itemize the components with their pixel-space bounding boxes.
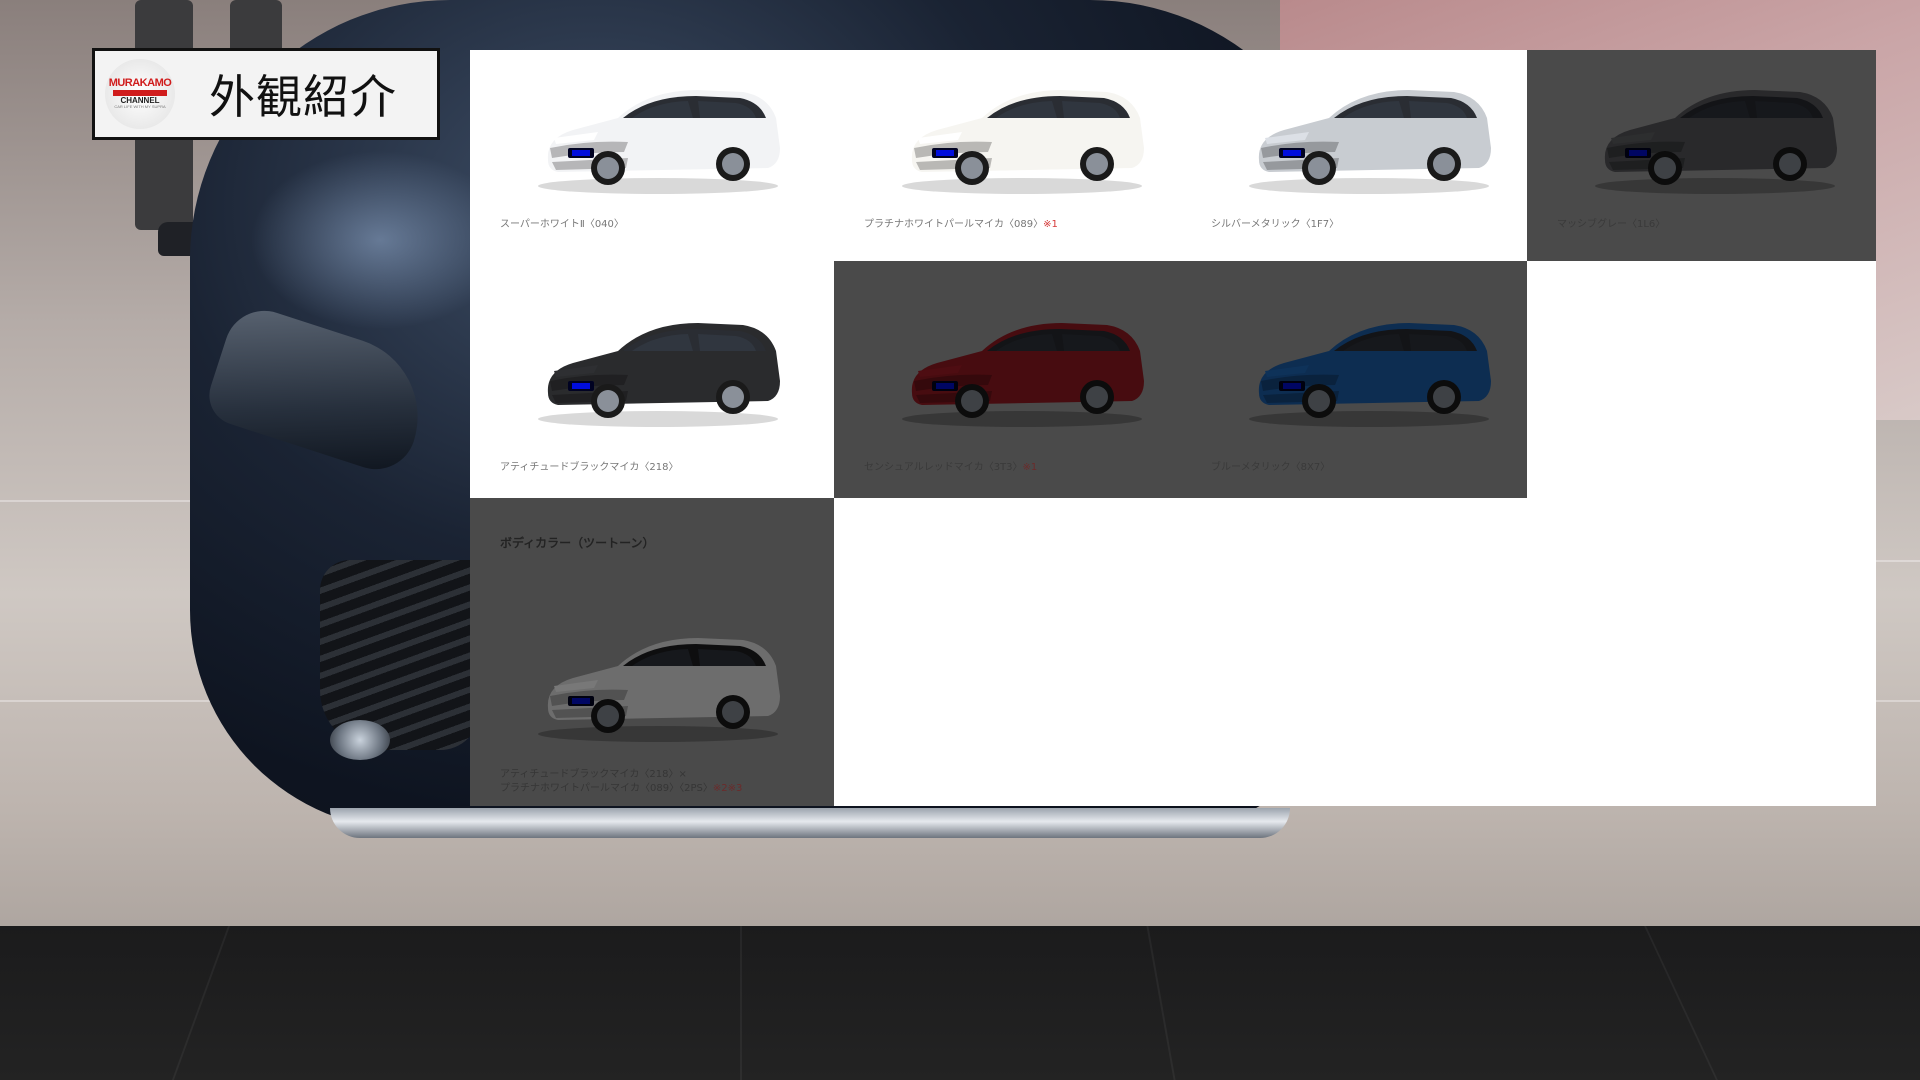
page-title: 外観紹介 <box>209 70 397 124</box>
car-foglight <box>330 720 390 760</box>
color-name: マッシブグレー〈1L6〉 <box>1557 219 1666 230</box>
car-image <box>1595 90 1837 194</box>
color-name: アティチュードブラックマイカ〈218〉 <box>500 462 679 473</box>
floor-tile-line <box>740 926 742 1080</box>
car-image <box>1249 90 1491 194</box>
two-tone-name-line2: プラチナホワイトパールマイカ〈089〉〈2PS〉※2※3 <box>500 783 743 794</box>
color-swatch-card[interactable]: センシュアルレッドマイカ〈3T3〉※1 <box>834 261 1181 498</box>
logo-text-main: MURAKAMO <box>108 77 172 90</box>
title-badge: MURAKAMO CHANNEL CAR LIFE WITH MY SUPRA … <box>92 48 440 140</box>
floor-tile-line <box>1146 926 1176 1080</box>
color-swatch-card[interactable]: プラチナホワイトパールマイカ〈089〉※1 <box>834 50 1198 286</box>
two-tone-color-name: アティチュードブラックマイカ〈218〉× プラチナホワイトパールマイカ〈089〉… <box>500 768 742 796</box>
color-swatch-card[interactable]: ブルーメタリック〈8X7〉 <box>1181 261 1527 498</box>
color-swatch-card[interactable]: スーパーホワイトⅡ〈040〉 <box>470 50 834 286</box>
car-image <box>538 638 780 742</box>
bottom-band <box>0 926 1920 1080</box>
car-grille <box>320 560 480 750</box>
two-tone-color-card[interactable]: ボディカラー（ツートーン） アティチュードブラックマイカ〈218〉× プラチナホ… <box>470 498 834 806</box>
car-image <box>1249 323 1491 427</box>
car-image <box>902 323 1144 427</box>
car-image <box>902 90 1144 194</box>
floor-tile-line <box>0 700 230 702</box>
floor-tile-line <box>0 500 190 502</box>
floor-tile-line <box>1644 926 1718 1080</box>
color-swatch-card[interactable]: マッシブグレー〈1L6〉 <box>1527 50 1876 261</box>
body-color-panel: スーパーホワイトⅡ〈040〉 プラチナホワイトパールマイカ〈089〉※1 シルバ… <box>470 50 1876 806</box>
color-name: スーパーホワイトⅡ〈040〉 <box>500 219 624 230</box>
color-name: ブルーメタリック〈8X7〉 <box>1211 462 1331 473</box>
color-name: プラチナホワイトパールマイカ〈089〉※1 <box>864 219 1058 230</box>
car-image <box>538 323 780 427</box>
color-name: シルバーメタリック〈1F7〉 <box>1211 219 1340 230</box>
two-tone-name-line1: アティチュードブラックマイカ〈218〉× <box>500 769 687 780</box>
color-name: センシュアルレッドマイカ〈3T3〉※1 <box>864 462 1038 473</box>
color-swatch-card[interactable]: シルバーメタリック〈1F7〉 <box>1181 50 1545 286</box>
two-tone-heading: ボディカラー（ツートーン） <box>500 536 655 550</box>
color-swatch-card[interactable]: アティチュードブラックマイカ〈218〉 <box>470 261 834 498</box>
car-image <box>538 90 780 194</box>
car-bumper-chrome <box>330 808 1290 838</box>
floor-tile-line <box>171 926 231 1080</box>
logo-tagline: CAR LIFE WITH MY SUPRA <box>114 104 166 110</box>
channel-logo: MURAKAMO CHANNEL CAR LIFE WITH MY SUPRA <box>105 59 175 129</box>
